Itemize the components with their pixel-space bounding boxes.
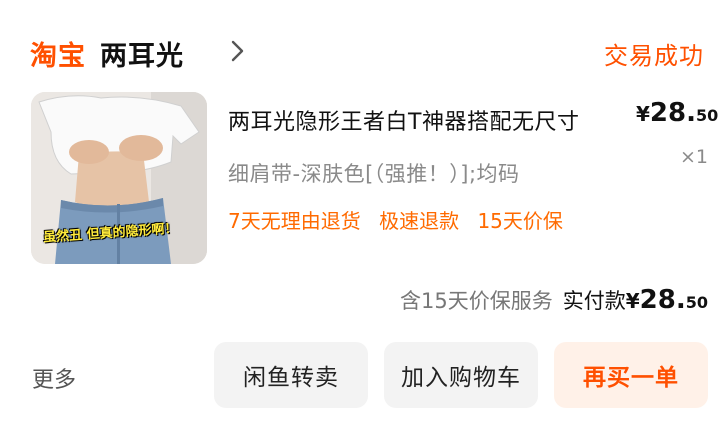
total-integer: 28. [639,285,686,315]
service-tags: 7天无理由退货 极速退款 15天价保 [228,205,575,234]
idle-fish-resell-button[interactable]: 闲鱼转卖 [214,342,368,408]
price-currency: ¥ [636,102,650,126]
order-status: 交易成功 [604,42,704,70]
order-header: 淘宝 两耳光 交易成功 [30,28,710,76]
total-currency: ¥ [625,289,640,313]
price-protect-note: 含15天价保服务 [400,289,553,313]
item-price: ¥28.50 [636,98,718,128]
taobao-brand[interactable]: 淘宝 [30,34,86,73]
paid-label: 实付款 [562,289,626,313]
order-total: 含15天价保服务 实付款¥28.50 [400,285,708,315]
price-decimal: 50 [695,106,719,125]
more-button[interactable]: 更多 [32,362,76,394]
shop-name[interactable]: 两耳光 [100,34,184,73]
product-title[interactable]: 两耳光隐形王者白T神器搭配无尺寸 [228,104,623,136]
product-thumbnail[interactable]: 虽然丑 但真的隐形啊！ [31,92,207,264]
buy-again-button[interactable]: 再买一单 [554,342,708,408]
service-tag-price-protect: 15天价保 [477,209,563,233]
price-integer: 28. [649,98,696,128]
total-decimal: 50 [685,293,708,312]
service-tag-return: 7天无理由退货 [228,209,361,233]
product-quantity: ×1 [679,146,708,168]
product-sku: 细肩带-深肤色[（强推！）];均码 [228,162,520,186]
service-tag-refund: 极速退款 [379,209,460,233]
chevron-right-icon[interactable] [228,38,248,64]
add-to-cart-button[interactable]: 加入购物车 [384,342,538,408]
